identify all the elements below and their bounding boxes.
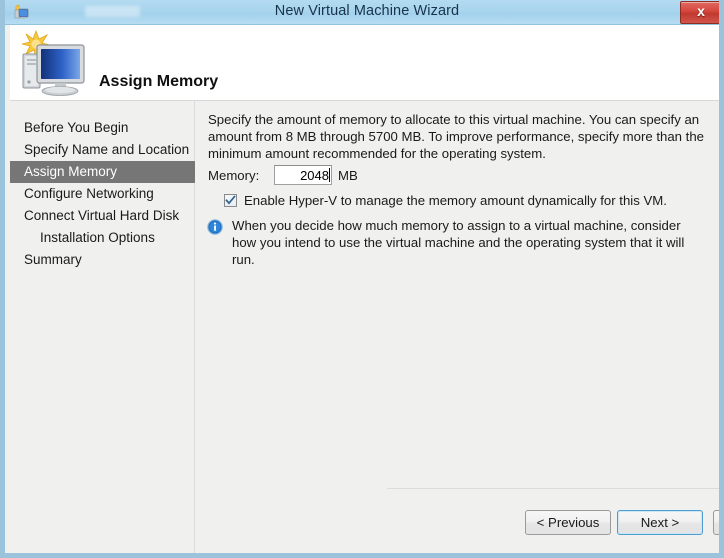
page-description: Specify the amount of memory to allocate… — [208, 111, 706, 162]
window-title: New Virtual Machine Wizard — [5, 3, 724, 19]
checkmark-icon — [225, 195, 236, 206]
close-icon: x — [681, 3, 721, 19]
close-button[interactable]: x — [680, 1, 724, 24]
previous-button[interactable]: < Previous — [525, 510, 611, 535]
memory-unit-label: MB — [338, 168, 358, 183]
memory-input[interactable] — [274, 165, 332, 185]
wizard-window: New Virtual Machine Wizard x — [0, 0, 724, 558]
sidebar-item-specify-name-location[interactable]: Specify Name and Location — [10, 139, 195, 161]
memory-label: Memory: — [208, 168, 259, 183]
next-button[interactable]: Next > — [617, 510, 703, 535]
wizard-steps-sidebar: Before You Begin Specify Name and Locati… — [10, 101, 195, 553]
sidebar-item-assign-memory[interactable]: Assign Memory — [10, 161, 195, 183]
sidebar-item-connect-virtual-hard-disk[interactable]: Connect Virtual Hard Disk — [10, 205, 195, 227]
text-cursor — [329, 168, 330, 182]
sidebar-item-before-you-begin[interactable]: Before You Begin — [10, 117, 195, 139]
computer-monitor-icon — [16, 29, 90, 97]
page-title: Assign Memory — [99, 73, 218, 91]
sidebar-item-installation-options[interactable]: Installation Options — [10, 227, 195, 249]
dynamic-memory-label: Enable Hyper-V to manage the memory amou… — [244, 193, 667, 208]
content-panel: Specify the amount of memory to allocate… — [196, 101, 724, 553]
title-bar: New Virtual Machine Wizard x — [5, 0, 724, 25]
finish-button[interactable]: Finish — [713, 510, 724, 535]
dynamic-memory-checkbox[interactable] — [224, 194, 237, 207]
wizard-header: Assign Memory — [10, 25, 724, 101]
wizard-footer: < Previous Next > Finish Cancel — [387, 488, 724, 553]
sidebar-item-configure-networking[interactable]: Configure Networking — [10, 183, 195, 205]
sidebar-item-summary[interactable]: Summary — [10, 249, 195, 271]
info-note-text: When you decide how much memory to assig… — [232, 217, 694, 268]
info-icon — [207, 219, 223, 235]
